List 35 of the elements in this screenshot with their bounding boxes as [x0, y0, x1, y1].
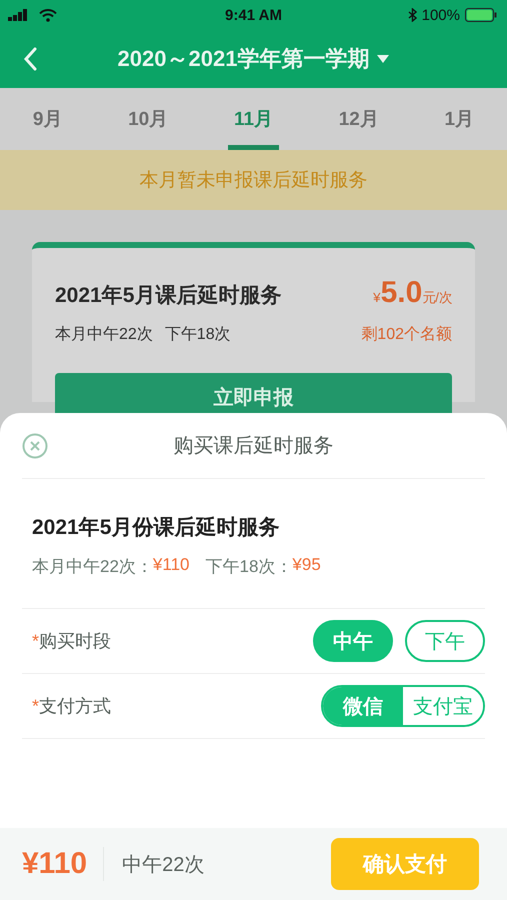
field-label: 支付方式 — [39, 695, 112, 718]
required-mark: * — [32, 630, 40, 652]
bluetooth-icon — [408, 8, 417, 22]
dropdown-icon[interactable] — [377, 54, 390, 64]
price-per-session: ¥5.0元/次 — [373, 276, 452, 310]
price-label: 本月中午22次： — [32, 556, 153, 578]
wifi-icon — [39, 8, 57, 22]
required-mark: * — [32, 696, 40, 716]
item-title: 2021年5月份课后延时服务 — [32, 515, 280, 541]
month-tab[interactable]: 10月 — [122, 88, 174, 150]
close-icon[interactable] — [22, 433, 48, 459]
month-tab[interactable]: 9月 — [26, 88, 68, 150]
status-time: 9:41 AM — [225, 6, 282, 24]
session-count: 本月中午22次 — [55, 324, 153, 345]
service-title: 2021年5月课后延时服务 — [55, 283, 282, 309]
sheet-title: 购买课后延时服务 — [174, 434, 334, 459]
field-label: 购买时段 — [39, 630, 112, 653]
battery-percent: 100% — [422, 6, 460, 24]
back-icon[interactable] — [23, 47, 37, 71]
remaining-quota: 剩102个名额 — [361, 324, 452, 345]
confirm-pay-button[interactable]: 确认支付 — [331, 838, 479, 890]
price-label: 下午18次： — [205, 556, 292, 578]
session-count: 下午18次 — [164, 325, 231, 345]
month-tab[interactable]: 12月 — [332, 88, 385, 150]
order-summary: 中午22次 — [122, 852, 206, 878]
price-value: ¥110 — [152, 555, 190, 576]
price-value: ¥95 — [292, 555, 321, 576]
term-title[interactable]: 2020～2021学年第一学期 — [118, 44, 370, 74]
option-pill[interactable]: 下午 — [405, 620, 485, 662]
total-price: ¥110 — [22, 847, 104, 881]
battery-icon — [465, 8, 497, 22]
notice-banner: 本月暂未申报课后延时服务 — [0, 150, 507, 210]
month-tab[interactable]: 1月 — [438, 88, 480, 150]
option-pill[interactable]: 中午 — [313, 620, 393, 662]
segment-option[interactable]: 微信 — [323, 687, 403, 725]
